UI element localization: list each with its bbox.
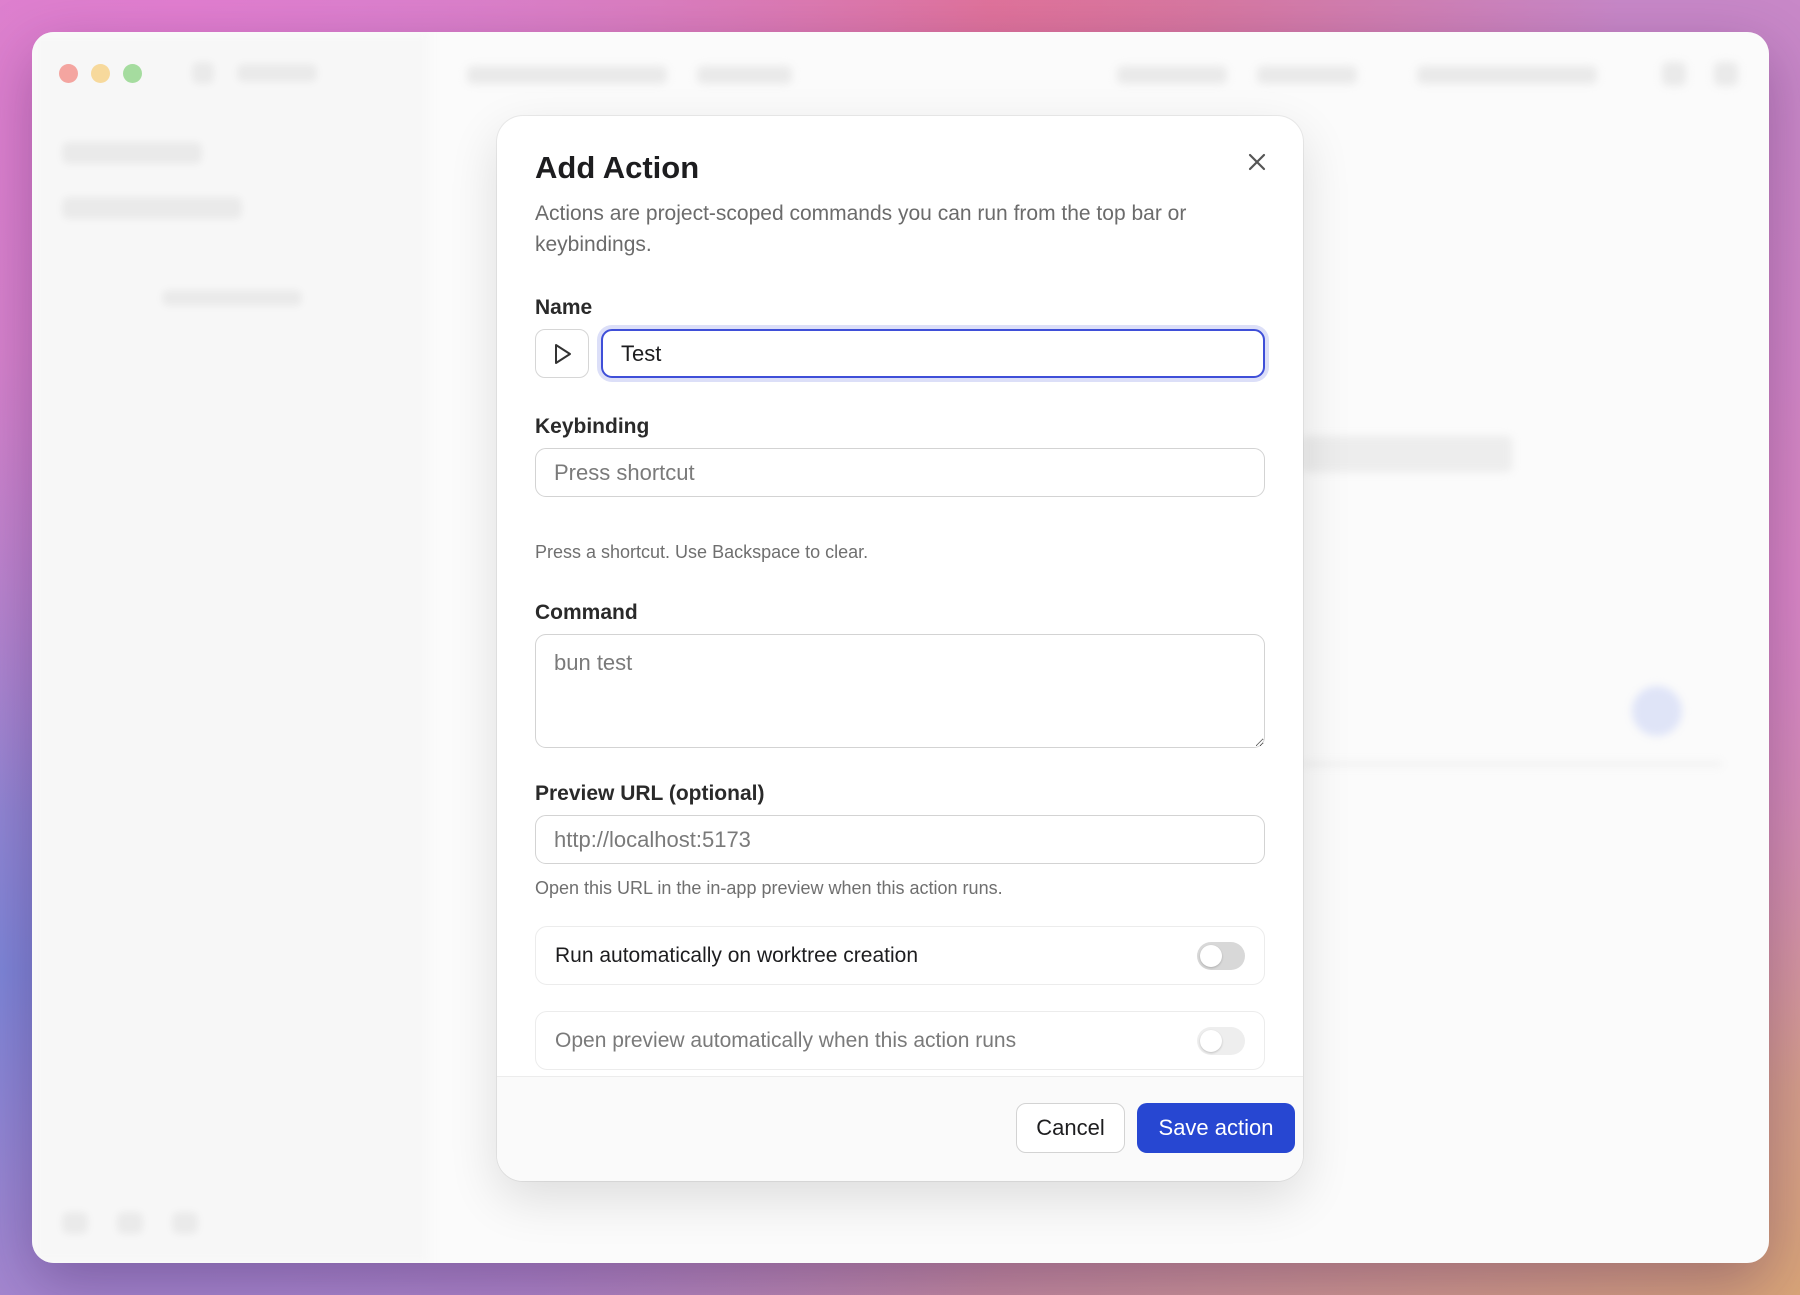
keybinding-hint: Press a shortcut. Use Backspace to clear…: [535, 542, 869, 562]
preview-url-hint: Open this URL in the in-app preview when…: [535, 878, 1003, 898]
dialog-footer: Cancel Save action: [497, 1076, 1303, 1181]
save-action-button[interactable]: Save action: [1137, 1103, 1295, 1153]
open-preview-switch: [1197, 1026, 1245, 1055]
close-dialog-button[interactable]: [1241, 146, 1273, 178]
cancel-button[interactable]: Cancel: [1016, 1103, 1125, 1153]
switch-knob: [1200, 1029, 1222, 1052]
name-label: Name: [535, 296, 593, 319]
action-icon-picker-button[interactable]: [535, 329, 589, 378]
play-icon: [555, 343, 571, 364]
run-on-worktree-switch[interactable]: [1197, 941, 1245, 970]
add-action-dialog: Add Action Actions are project-scoped co…: [497, 116, 1303, 1181]
app-window: Add Action Actions are project-scoped co…: [32, 32, 1769, 1263]
run-on-worktree-label: Run automatically on worktree creation: [555, 943, 919, 967]
preview-url-input[interactable]: [535, 815, 1265, 864]
keybinding-label: Keybinding: [535, 415, 650, 438]
preview-url-label: Preview URL (optional): [535, 782, 765, 805]
name-input[interactable]: [601, 329, 1265, 378]
command-label: Command: [535, 601, 638, 624]
keybinding-input[interactable]: [535, 448, 1265, 497]
close-icon: [1248, 153, 1266, 171]
dialog-title: Add Action: [535, 150, 700, 185]
command-textarea[interactable]: [535, 634, 1265, 748]
open-preview-toggle-row: Open preview automatically when this act…: [535, 1011, 1265, 1070]
switch-knob: [1200, 944, 1222, 967]
run-on-worktree-toggle-row[interactable]: Run automatically on worktree creation: [535, 926, 1265, 985]
dialog-description: Actions are project-scoped commands you …: [535, 202, 1187, 256]
open-preview-label: Open preview automatically when this act…: [555, 1028, 1017, 1052]
